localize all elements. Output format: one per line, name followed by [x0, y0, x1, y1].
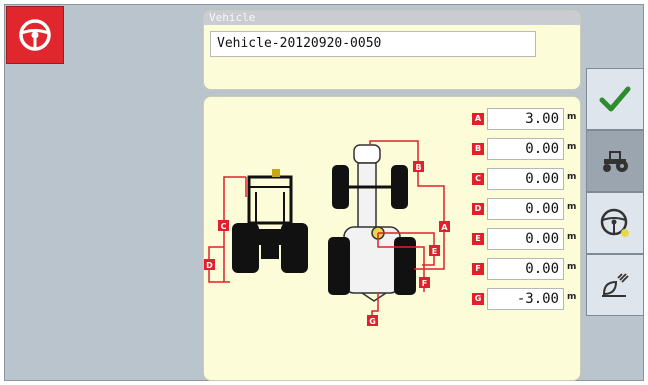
dimension-tag: G	[472, 293, 484, 305]
steering-settings-button[interactable]	[586, 192, 644, 254]
dimension-e-input[interactable]: 0.00	[487, 228, 564, 250]
vehicle-name-field[interactable]: Vehicle-20120920-0050	[210, 31, 536, 57]
vehicle-settings-button[interactable]	[586, 130, 644, 192]
dimension-f-input[interactable]: 0.00	[487, 258, 564, 280]
dimension-tag: C	[472, 173, 484, 185]
dimension-tag: E	[472, 233, 484, 245]
tractor-top-view	[328, 144, 416, 302]
vehicle-panel-header: Vehicle	[204, 11, 580, 25]
diagram-label: F	[422, 279, 427, 288]
vehicle-panel: Vehicle Vehicle-20120920-0050	[203, 10, 581, 90]
checkmark-icon	[599, 86, 631, 112]
confirm-button[interactable]	[586, 68, 644, 130]
unit-label: m	[567, 232, 577, 242]
dimension-c-input[interactable]: 0.00	[487, 168, 564, 190]
diagram-label: D	[206, 261, 213, 270]
unit-label: m	[567, 262, 577, 272]
dimension-tag: B	[472, 143, 484, 155]
dimension-a-input[interactable]: 3.00	[487, 108, 564, 130]
tractor-icon	[603, 151, 628, 172]
diagram-label: A	[441, 223, 448, 232]
unit-label: m	[567, 172, 577, 182]
dimension-d-input[interactable]: 0.00	[487, 198, 564, 220]
dimension-g-input[interactable]: -3.00	[487, 288, 564, 310]
unit-label: m	[567, 142, 577, 152]
dimension-tag: F	[472, 263, 484, 275]
tractor-rear-view	[232, 169, 308, 273]
dimension-tag: A	[472, 113, 484, 125]
steering-wheel-icon	[600, 208, 629, 237]
dimension-tag: D	[472, 203, 484, 215]
diagram-label: B	[415, 163, 421, 172]
antenna-receiver-icon	[602, 273, 629, 297]
diagram-label: G	[369, 317, 376, 326]
right-sidebar	[586, 68, 644, 322]
steering-wheel-icon	[19, 19, 51, 51]
receiver-settings-button[interactable]	[586, 254, 644, 316]
diagram-label: C	[221, 222, 227, 231]
unit-label: m	[567, 292, 577, 302]
unit-label: m	[567, 112, 577, 122]
diagram-label: E	[432, 247, 437, 256]
steering-app-button[interactable]	[6, 6, 64, 64]
unit-label: m	[567, 202, 577, 212]
dimension-b-input[interactable]: 0.00	[487, 138, 564, 160]
